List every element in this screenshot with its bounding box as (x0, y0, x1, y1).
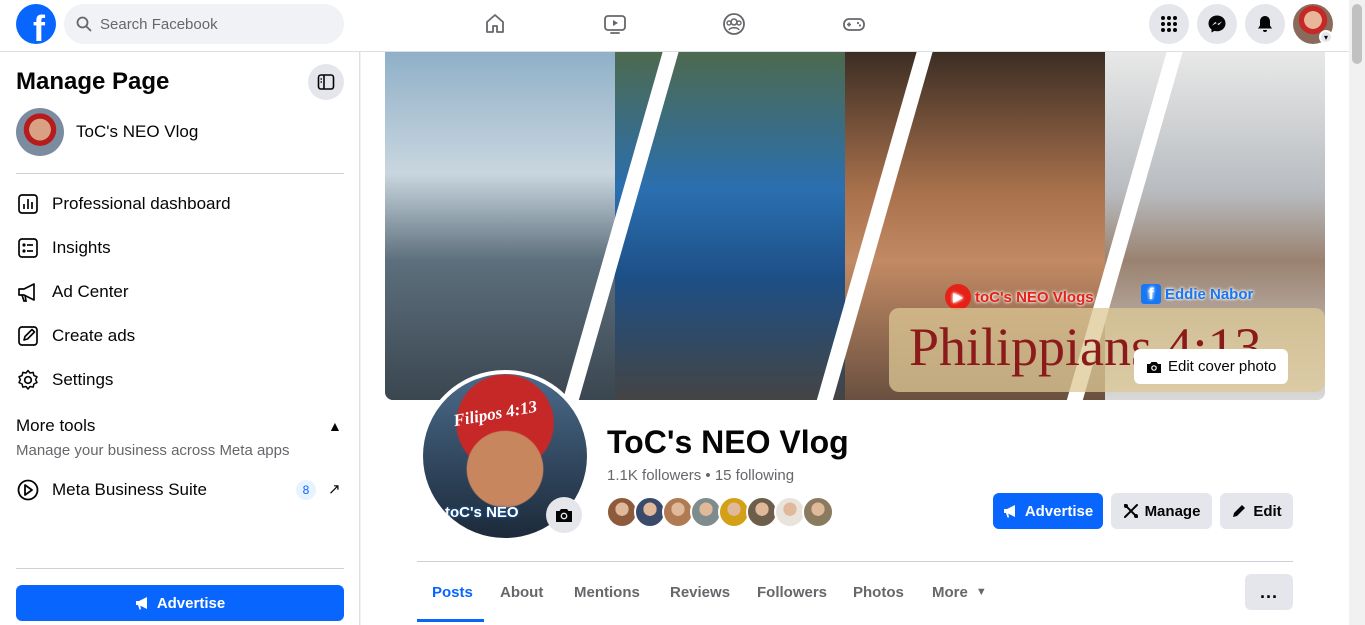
gamepad-icon (843, 18, 865, 31)
page-avatar (16, 108, 64, 156)
advertise-button[interactable]: Advertise (993, 493, 1103, 529)
sidebar-item-insights[interactable]: Insights (16, 228, 344, 268)
megaphone-icon (18, 283, 35, 302)
followers-count[interactable]: 1.1K followers (607, 467, 701, 484)
gaming-nav-button[interactable] (824, 4, 884, 44)
sidebar-divider (16, 568, 344, 569)
update-profile-picture-button[interactable] (546, 497, 582, 533)
top-navigation-bar: f ▾ (0, 0, 1365, 52)
more-options-button[interactable]: ... (1245, 574, 1293, 610)
groups-nav-button[interactable] (704, 4, 764, 44)
sidebar-toggle-icon (317, 74, 335, 90)
tab-photos[interactable]: Photos (853, 576, 904, 608)
sidebar-item-label: Create ads (52, 326, 136, 345)
manage-page-sidebar: Manage Page ToC's NEO Vlog Professional … (0, 52, 360, 625)
scrollbar-thumb[interactable] (1352, 4, 1362, 64)
sidebar-item-settings[interactable]: Settings (16, 360, 344, 400)
sidebar-item-label: Ad Center (52, 282, 129, 301)
menu-button[interactable] (1149, 4, 1189, 44)
notifications-button[interactable] (1245, 4, 1285, 44)
edit-cover-photo-button[interactable]: Edit cover photo (1134, 349, 1289, 384)
tab-reviews[interactable]: Reviews (670, 576, 730, 608)
groups-icon (723, 13, 745, 35)
sidebar-page-switcher[interactable]: ToC's NEO Vlog (16, 108, 198, 156)
messenger-icon (1208, 15, 1226, 33)
cover-youtube-text: toC's NEO Vlogs (975, 288, 1094, 306)
caret-down-icon: ▼ (975, 586, 987, 598)
bell-icon (1258, 16, 1272, 32)
search-bar[interactable] (64, 4, 344, 44)
edit-cover-label: Edit cover photo (1168, 358, 1277, 375)
cover-photo[interactable]: ▶ toC's NEO Vlogs f Eddie Nabor Philippian… (385, 52, 1325, 400)
cover-youtube-tag: ▶ toC's NEO Vlogs (945, 284, 1094, 310)
external-link-icon: ↗ (328, 481, 341, 498)
sidebar-item-label: Insights (52, 238, 111, 257)
facebook-logo-icon[interactable]: f (16, 4, 56, 44)
video-nav-button[interactable] (585, 4, 645, 44)
sidebar-item-create-ads[interactable]: Create ads (16, 316, 344, 356)
tab-more[interactable]: More ▼ (932, 576, 987, 608)
meta-business-suite-icon (17, 479, 39, 501)
sidebar-item-meta-business-suite[interactable]: Meta Business Suite (16, 470, 344, 510)
tab-followers[interactable]: Followers (757, 576, 827, 608)
tab-about[interactable]: About (500, 576, 543, 608)
sidebar-page-name: ToC's NEO Vlog (76, 122, 199, 141)
page-title: ToC's NEO Vlog (607, 424, 849, 460)
follower-avatar[interactable] (802, 496, 834, 528)
edit-button[interactable]: Edit (1220, 493, 1293, 529)
home-icon (486, 14, 504, 33)
grid-menu-icon (1161, 16, 1177, 32)
megaphone-icon (135, 597, 147, 610)
sidebar-item-ad-center[interactable]: Ad Center (16, 272, 344, 312)
pencil-square-icon (18, 326, 38, 346)
search-input[interactable] (100, 15, 320, 33)
sidebar-title: Manage Page (16, 68, 170, 95)
messenger-button[interactable] (1197, 4, 1237, 44)
collapse-sidebar-button[interactable] (308, 64, 344, 100)
stats-separator: • (705, 467, 715, 484)
cover-facebook-tag: f Eddie Nabor (1141, 284, 1253, 304)
follow-stats: 1.1K followers • 15 following (607, 467, 794, 484)
tab-mentions[interactable]: Mentions (574, 576, 640, 608)
tab-more-label: More (932, 583, 968, 601)
notification-badge: 8 (296, 480, 316, 500)
chevron-up-icon[interactable]: ▲ (328, 418, 342, 434)
sidebar-item-label: Professional dashboard (52, 194, 231, 213)
pencil-icon (1233, 505, 1246, 517)
page-scrollbar[interactable] (1349, 0, 1365, 625)
more-tools-subtitle: Manage your business across Meta apps (16, 442, 290, 459)
following-count[interactable]: 15 following (715, 467, 794, 484)
facebook-icon: f (1141, 284, 1161, 304)
chevron-down-icon[interactable]: ▾ (1319, 30, 1333, 44)
advertise-label: Advertise (1024, 502, 1094, 520)
advertise-label: Advertise (156, 594, 226, 612)
profile-picture-text: Filipos 4:13 (451, 396, 539, 431)
insights-icon (18, 238, 38, 258)
search-icon (76, 16, 92, 32)
manage-button[interactable]: Manage (1111, 493, 1212, 529)
sidebar-item-professional-dashboard[interactable]: Professional dashboard (16, 184, 344, 224)
manage-label: Manage (1144, 502, 1201, 520)
tab-divider (417, 561, 1293, 562)
video-icon (604, 15, 626, 34)
profile-picture-brand: toC's NEO (445, 504, 519, 521)
dashboard-icon (18, 194, 38, 214)
gear-icon (18, 369, 38, 390)
home-nav-button[interactable] (465, 4, 525, 44)
camera-icon (1147, 361, 1161, 373)
youtube-icon: ▶ (945, 284, 971, 310)
tools-icon (1123, 504, 1138, 518)
sidebar-divider (16, 173, 344, 174)
more-tools-heading[interactable]: More tools (16, 416, 95, 436)
sidebar-item-label: Settings (52, 370, 114, 389)
edit-label: Edit (1253, 502, 1282, 520)
camera-icon (556, 509, 572, 522)
sidebar-advertise-button[interactable]: Advertise (16, 585, 344, 621)
active-tab-indicator (417, 619, 484, 622)
cover-facebook-text: Eddie Nabor (1165, 285, 1254, 303)
megaphone-icon (1003, 505, 1015, 518)
sidebar-item-label: Meta Business Suite (52, 480, 207, 499)
tab-posts[interactable]: Posts (432, 576, 473, 608)
